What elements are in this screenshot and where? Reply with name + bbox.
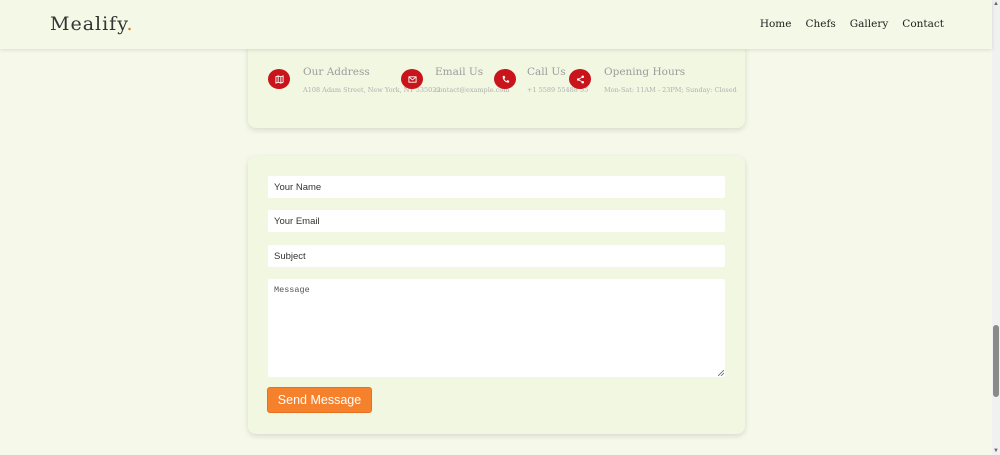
- map-icon: [268, 69, 290, 89]
- share-icon: [569, 69, 591, 89]
- info-text: Mon-Sat: 11AM - 23PM; Sunday: Closed: [604, 86, 737, 94]
- info-text: A108 Adam Street, New York, NY 535022: [303, 86, 441, 94]
- header-navbar: Mealify. Home Chefs Gallery Contact: [0, 0, 992, 49]
- brand-name: Mealify: [50, 13, 127, 35]
- name-field[interactable]: [268, 176, 725, 198]
- nav-item-home[interactable]: Home: [760, 18, 792, 30]
- nav-menu: Home Chefs Gallery Contact: [760, 18, 944, 30]
- phone-icon: [494, 69, 516, 89]
- scrollbar-thumb[interactable]: [993, 325, 999, 397]
- nav-item-contact[interactable]: Contact: [902, 18, 944, 30]
- brand-dot: .: [126, 13, 134, 35]
- brand-logo[interactable]: Mealify.: [50, 13, 133, 35]
- subject-field[interactable]: [268, 245, 725, 267]
- nav-item-chefs[interactable]: Chefs: [805, 18, 835, 30]
- scroll-down-arrow-icon[interactable]: ▼: [992, 447, 1000, 455]
- send-message-button[interactable]: Send Message: [267, 387, 372, 413]
- contact-info-card: Our Address A108 Adam Street, New York, …: [248, 40, 745, 128]
- contact-form-card: Send Message: [248, 156, 745, 434]
- info-title: Call Us: [527, 66, 566, 78]
- info-title: Opening Hours: [604, 66, 686, 78]
- email-field[interactable]: [268, 210, 725, 232]
- nav-item-gallery[interactable]: Gallery: [850, 18, 889, 30]
- info-title: Our Address: [303, 66, 370, 78]
- resize-grip-icon[interactable]: [718, 370, 724, 376]
- info-title: Email Us: [435, 66, 484, 78]
- scroll-up-arrow-icon[interactable]: ▲: [992, 0, 1000, 8]
- envelope-icon: [401, 69, 423, 89]
- message-field[interactable]: [268, 279, 725, 377]
